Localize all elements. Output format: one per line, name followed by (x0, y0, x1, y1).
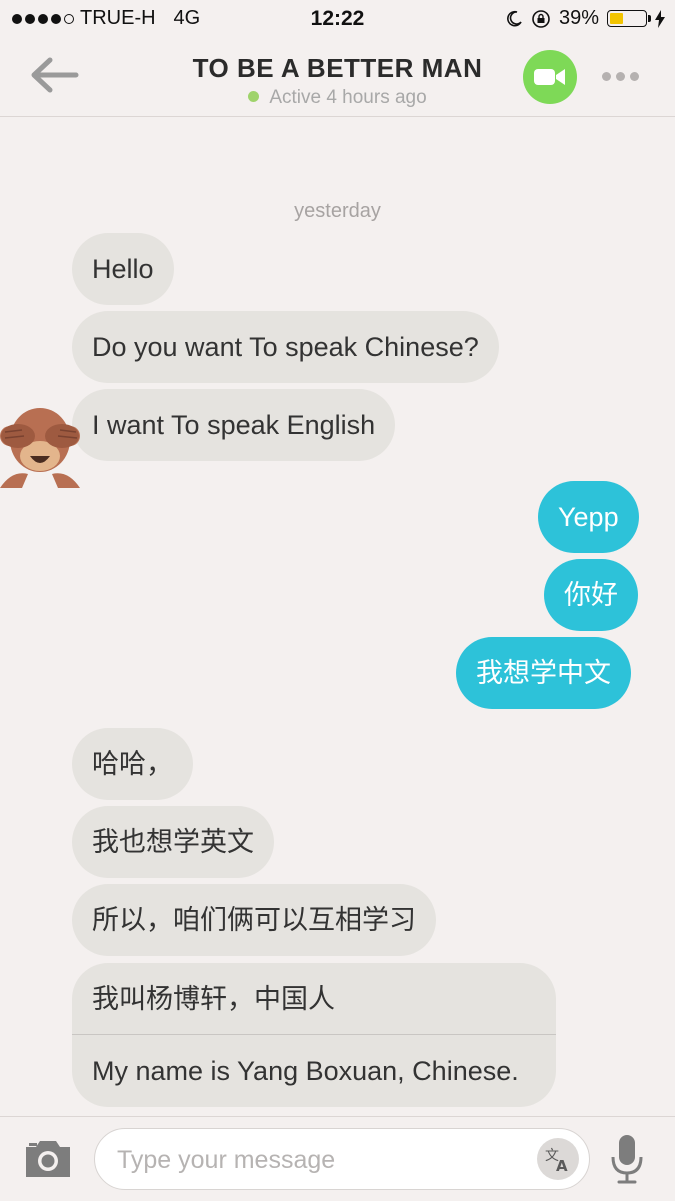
translate-button[interactable]: 文A (537, 1138, 579, 1180)
message-incoming[interactable]: 所以，咱们俩可以互相学习 (72, 884, 436, 956)
video-camera-icon (534, 69, 565, 85)
message-outgoing[interactable]: 我想学中文 (456, 637, 631, 709)
translate-icon: 文A (545, 1148, 568, 1174)
svg-text:A: A (556, 1157, 568, 1174)
message-incoming[interactable]: Hello (72, 233, 174, 305)
monkey-see-no-evil-icon[interactable] (0, 398, 80, 488)
more-options-button[interactable] (598, 63, 642, 89)
microphone-button[interactable] (608, 1133, 646, 1185)
chat-header: TO BE A BETTER MAN Active 4 hours ago (0, 38, 675, 117)
message-outgoing[interactable]: 你好 (544, 559, 638, 631)
message-input[interactable] (115, 1139, 519, 1181)
status-bar: TRUE-H 4G 12:22 39% (0, 0, 675, 38)
battery-fill (610, 13, 624, 24)
message-incoming[interactable]: 我也想学英文 (72, 806, 274, 878)
online-indicator (248, 91, 260, 102)
message-incoming-translated[interactable]: 我叫杨博轩，中国人 My name is Yang Boxuan, Chines… (72, 963, 556, 1107)
active-status: Active 4 hours ago (0, 87, 675, 109)
message-incoming[interactable]: I want To speak English (72, 389, 396, 461)
message-outgoing[interactable]: Yepp (538, 481, 639, 553)
message-composer: 文A (0, 1116, 675, 1201)
video-call-button[interactable] (523, 50, 577, 104)
status-right: 39% (505, 7, 665, 30)
moon-icon (507, 10, 522, 26)
message-translation-text: My name is Yang Boxuan, Chinese. (92, 1056, 519, 1086)
battery-percent: 39% (558, 7, 599, 29)
date-separator: yesterday (294, 200, 381, 222)
charging-bolt-icon (655, 9, 665, 28)
message-input-container: 文A (94, 1128, 590, 1190)
camera-icon (26, 1141, 70, 1177)
rotation-lock-icon (532, 9, 550, 28)
camera-button[interactable] (22, 1137, 74, 1181)
microphone-icon (611, 1135, 643, 1184)
message-original-text: 我叫杨博轩，中国人 (72, 963, 556, 1035)
message-incoming[interactable]: Do you want To speak Chinese? (72, 311, 499, 383)
battery-icon (607, 10, 651, 27)
active-status-text: Active 4 hours ago (269, 87, 427, 108)
message-incoming[interactable]: 哈哈， (72, 728, 193, 800)
